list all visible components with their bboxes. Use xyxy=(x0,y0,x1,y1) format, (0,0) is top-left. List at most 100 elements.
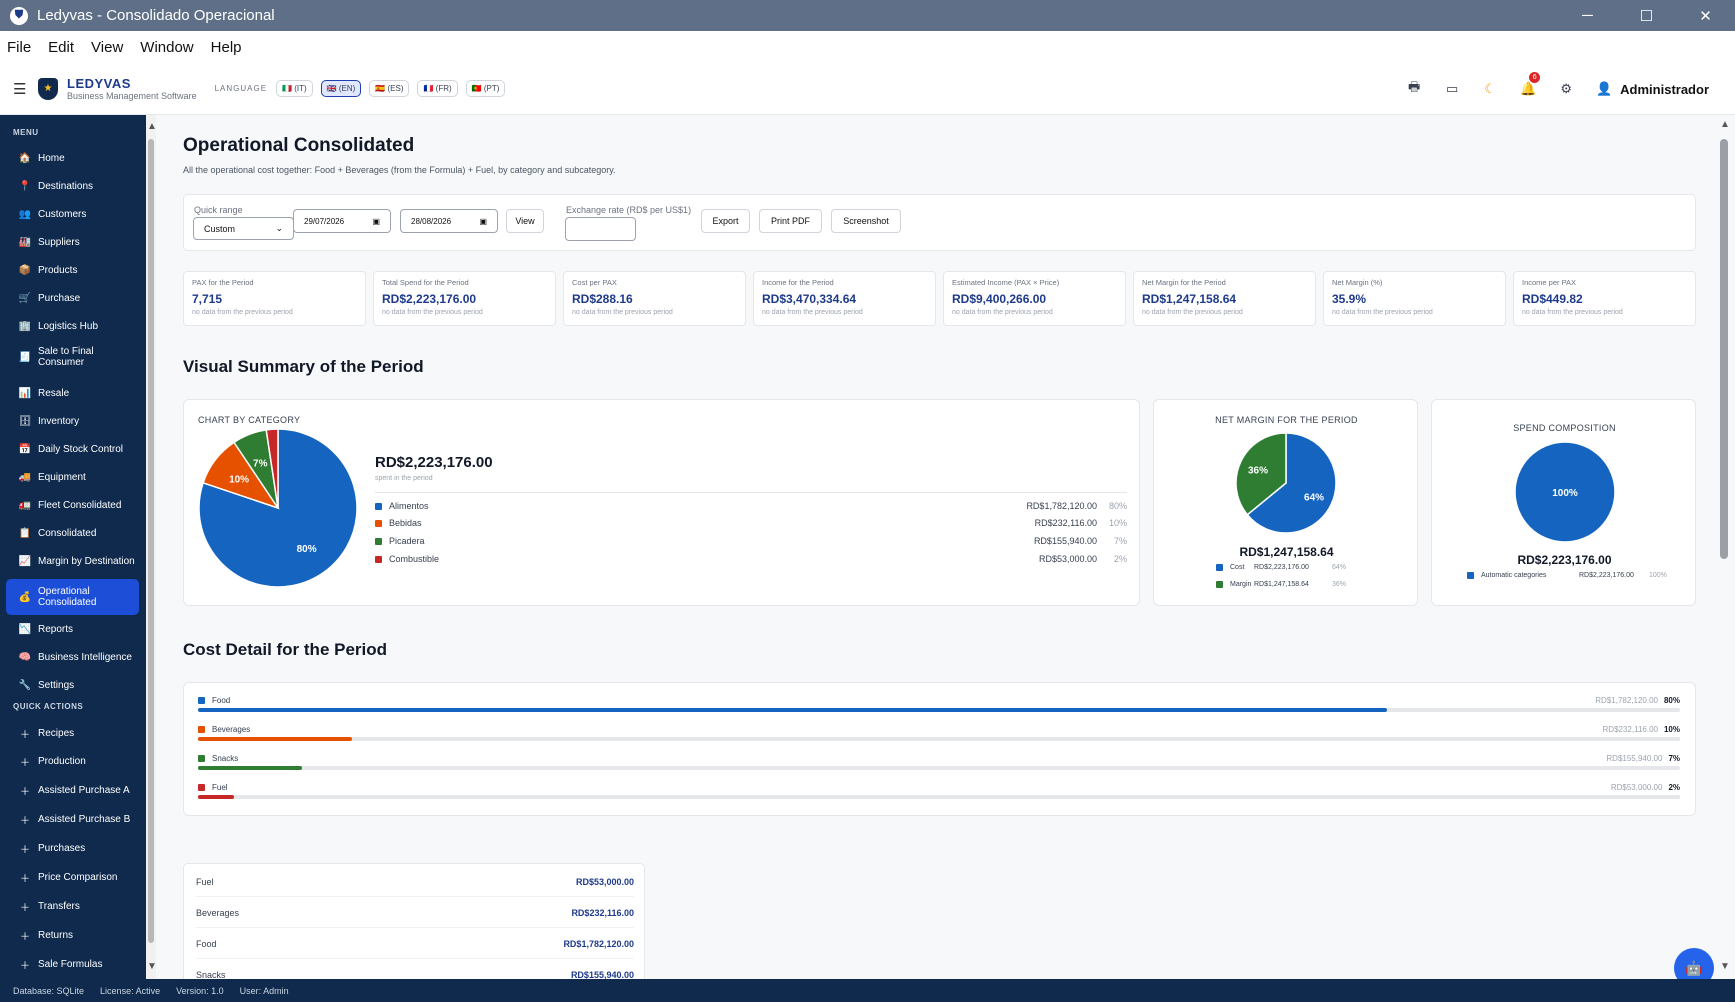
table-row: Food RD$1,782,120.00 xyxy=(196,929,634,959)
quick-price-comparison[interactable]: ＋ Price Comparison xyxy=(6,865,139,889)
quick-assisted-purchase-b[interactable]: ＋ Assisted Purchase B xyxy=(6,807,139,831)
spend-composition-value: RD$2,223,176.00 xyxy=(1517,553,1612,567)
date-from-input[interactable]: 29/07/2026 ▣ xyxy=(293,209,391,233)
margin-legend-row: Cost RD$2,223,176.00 64% xyxy=(1216,564,1346,571)
lang-pt-button[interactable]: 🇵🇹 (PT) xyxy=(465,80,506,97)
table-row: Snacks RD$155,940.00 xyxy=(196,960,634,980)
plus-icon: ＋ xyxy=(20,960,30,972)
bell-icon[interactable]: 🔔 6 xyxy=(1518,72,1541,97)
sidebar-item-fleet[interactable]: 🚛 Fleet Consolidated xyxy=(6,493,139,517)
sidebar-scrollbar[interactable]: ▲ ▼ xyxy=(146,115,157,979)
user-icon: 👤 xyxy=(1596,81,1613,96)
export-button[interactable]: Export xyxy=(701,209,750,233)
fleet-icon: 🚛 xyxy=(18,499,32,511)
sidebar-item-equipment[interactable]: 🚚 Equipment xyxy=(6,465,139,489)
menu-file[interactable]: File xyxy=(7,39,31,56)
exchange-rate-input[interactable] xyxy=(565,217,636,241)
quick-transfers[interactable]: ＋ Transfers xyxy=(6,894,139,918)
user-name: Administrador xyxy=(1620,81,1709,97)
sidebar-item-home[interactable]: 🏠 Home xyxy=(6,146,139,170)
quick-production[interactable]: ＋ Production xyxy=(6,749,139,773)
lang-fr-button[interactable]: 🇫🇷 (FR) xyxy=(417,80,458,97)
menu-edit[interactable]: Edit xyxy=(48,39,74,56)
quick-recipes[interactable]: ＋ Recipes xyxy=(6,721,139,745)
quick-returns[interactable]: ＋ Returns xyxy=(6,923,139,947)
quick-sale-formulas[interactable]: ＋ Sale Formulas xyxy=(6,952,139,976)
sidebar-item-purchase[interactable]: 🛒 Purchase xyxy=(6,286,139,310)
brain-icon: 🧠 xyxy=(18,651,32,663)
progress-fill-beverages xyxy=(198,737,353,741)
sidebar-item-consolidated[interactable]: 📋 Consolidated xyxy=(6,521,139,545)
sidebar-item-operational-consolidated[interactable]: 💰 Operational Consolidated xyxy=(6,579,139,615)
maximize-button[interactable]: ☐ xyxy=(1617,0,1676,31)
sidebar-item-products[interactable]: 📦 Products xyxy=(6,258,139,282)
date-to-input[interactable]: 28/08/2026 ▣ xyxy=(400,209,498,233)
quick-range-select[interactable]: Custom ⌄ xyxy=(193,217,294,240)
category-chart-title: CHART BY CATEGORY xyxy=(198,415,301,425)
moon-icon[interactable]: ☾ xyxy=(1480,81,1500,97)
brand: LEDYVAS Business Management Software xyxy=(67,76,197,101)
scroll-up-icon[interactable]: ▲ xyxy=(1720,119,1730,130)
progress-track xyxy=(198,737,1680,741)
menu-window[interactable]: Window xyxy=(140,39,193,56)
cost-detail-row: Food RD$1,782,120.00 80% xyxy=(198,696,1680,720)
settings-icon[interactable]: ⚙ xyxy=(1556,81,1576,97)
notification-badge: 6 xyxy=(1529,72,1541,83)
sidebar-item-logistics-hub[interactable]: 🏢 Logistics Hub xyxy=(6,314,139,338)
legend-swatch xyxy=(375,502,382,510)
main-scroll-thumb[interactable] xyxy=(1720,139,1728,559)
quick-assisted-purchase-a[interactable]: ＋ Assisted Purchase A xyxy=(6,778,139,802)
screenshot-button[interactable]: Screenshot xyxy=(831,209,901,233)
chart-icon: 📊 xyxy=(18,387,32,399)
sidebar-item-sale-final-consumer[interactable]: 🧾 Sale to Final Consumer xyxy=(6,345,139,369)
sidebar-item-bi[interactable]: 🧠 Business Intelligence xyxy=(6,645,139,669)
scroll-down-icon[interactable]: ▼ xyxy=(1720,961,1730,972)
kpi-card: Net Margin (%) 35.9% no data from the prev… xyxy=(1323,271,1506,326)
menu-view[interactable]: View xyxy=(91,39,123,56)
sidebar-scroll-thumb[interactable] xyxy=(148,139,154,943)
lang-en-button[interactable]: 🇬🇧 (EN) xyxy=(320,80,362,97)
calendar-icon: ▣ xyxy=(479,216,487,226)
cost-detail-heading: Cost Detail for the Period xyxy=(183,640,388,659)
user-menu[interactable]: 👤 Administrador xyxy=(1594,81,1709,97)
kpi-card: Estimated Income (PAX × Price) RD$9,400,2… xyxy=(943,271,1126,326)
legend-swatch xyxy=(198,726,205,733)
terminal-icon[interactable]: ▭ xyxy=(1442,81,1462,97)
sidebar-item-reports[interactable]: 📉 Reports xyxy=(6,617,139,641)
sidebar-item-destinations[interactable]: 📍 Destinations xyxy=(6,174,139,198)
quick-purchases[interactable]: ＋ Purchases xyxy=(6,836,139,860)
sidebar-item-settings[interactable]: 🔧 Settings xyxy=(6,673,139,697)
pie-label: 80% xyxy=(297,544,317,555)
page-title: Operational Consolidated xyxy=(183,135,415,156)
window-title: Ledyvas - Consolidado Operacional xyxy=(37,7,275,24)
printer-icon[interactable]: 🖶 xyxy=(1404,78,1424,100)
plus-icon: ＋ xyxy=(20,902,30,914)
menu-help[interactable]: Help xyxy=(211,39,242,56)
minimize-button[interactable]: ─ xyxy=(1558,0,1617,31)
sidebar-item-resale[interactable]: 📊 Resale xyxy=(6,381,139,405)
print-pdf-button[interactable]: Print PDF xyxy=(759,209,822,233)
menu-section-label: MENU xyxy=(13,128,39,137)
legend-swatch xyxy=(1216,564,1223,571)
kpi-card: Total Spend for the Period RD$2,223,176.0… xyxy=(373,271,556,326)
bar-chart-icon: 📈 xyxy=(18,555,32,567)
legend-swatch xyxy=(1467,572,1474,579)
sidebar-item-inventory[interactable]: 🗄 Inventory xyxy=(6,409,139,433)
sidebar-item-margin-destination[interactable]: 📈 Margin by Destination xyxy=(6,549,139,573)
lang-es-button[interactable]: 🇪🇸 (ES) xyxy=(369,80,410,97)
visual-summary-heading: Visual Summary of the Period xyxy=(183,357,424,376)
view-button[interactable]: View xyxy=(506,209,544,233)
main-scrollbar[interactable]: ▲ ▼ xyxy=(1715,115,1735,979)
lang-it-button[interactable]: 🇮🇹 (IT) xyxy=(276,80,313,97)
cart-icon: 🛒 xyxy=(18,292,32,304)
hamburger-menu-icon[interactable]: ☰ xyxy=(13,80,26,98)
cost-detail-card: Food RD$1,782,120.00 80% Beverages RD$232,1… xyxy=(183,682,1696,816)
app-logo-icon: ⛊ xyxy=(10,6,28,25)
close-button[interactable]: ✕ xyxy=(1676,0,1735,31)
sidebar-item-customers[interactable]: 👥 Customers xyxy=(6,202,139,226)
sidebar-item-suppliers[interactable]: 🏭 Suppliers xyxy=(6,230,139,254)
sidebar-item-daily-stock[interactable]: 📅 Daily Stock Control xyxy=(6,437,139,461)
progress-track xyxy=(198,795,1680,799)
legend-swatch xyxy=(375,519,382,527)
plus-icon: ＋ xyxy=(20,757,30,769)
